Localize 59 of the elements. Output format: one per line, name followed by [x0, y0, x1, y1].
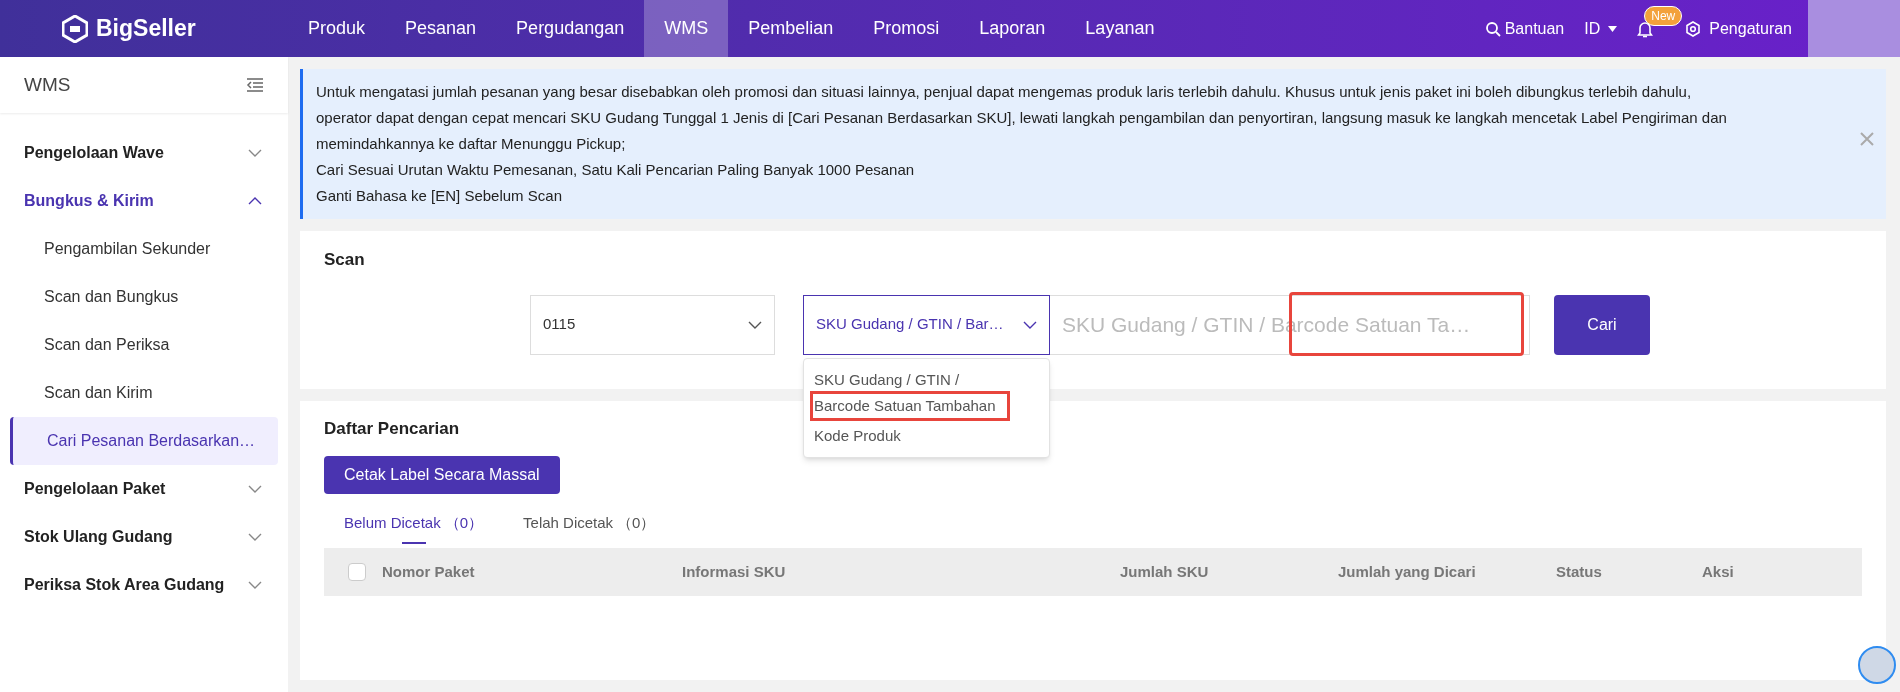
hexagon-logo-icon — [62, 14, 88, 43]
select-all-checkbox[interactable] — [348, 563, 366, 581]
chevron-down-icon — [248, 581, 262, 589]
sidebar-group[interactable]: Periksa Stok Area Gudang — [0, 561, 288, 609]
caret-down-icon — [1608, 25, 1618, 32]
sidebar-item[interactable]: Scan dan Bungkus — [10, 273, 278, 321]
search-button[interactable]: Cari — [1554, 294, 1650, 355]
nav-tab[interactable]: WMS — [644, 0, 729, 57]
bell-icon[interactable] — [1637, 19, 1654, 38]
search-icon — [1484, 20, 1501, 37]
nav-tab[interactable]: Pembelian — [728, 0, 854, 57]
chevron-down-icon — [1023, 320, 1037, 329]
sidebar-item[interactable]: Cari Pesanan Berdasarkan… — [10, 417, 278, 465]
column-header: Aksi — [1702, 561, 1735, 582]
nav-tab[interactable]: Promosi — [853, 0, 960, 57]
bulk-print-button[interactable]: Cetak Label Secara Massal — [324, 456, 560, 494]
nav-tab[interactable]: Pergudangan — [496, 0, 645, 57]
sidebar-item[interactable]: Scan dan Periksa — [10, 321, 278, 369]
sidebar-group[interactable]: Stok Ulang Gudang — [0, 513, 288, 561]
notice-text: Cari Sesuai Urutan Waktu Pemesanan, Satu Kali Pencarian Paling Banyak 1000 Pesanan — [316, 160, 916, 180]
notice-text: Ganti Bahasa ke [EN] Sebelum Scan — [316, 186, 563, 206]
dropdown-option[interactable]: Kode Produk — [804, 420, 1049, 451]
nav-tab[interactable]: Laporan — [959, 0, 1066, 57]
settings-icon — [1685, 20, 1702, 37]
warehouse-select[interactable]: 0115 — [530, 294, 775, 355]
new-badge: New — [1644, 5, 1683, 26]
chevron-down-icon — [248, 149, 262, 157]
dropdown-option[interactable]: SKU Gudang / GTIN / Barcode Satuan Tambahan — [804, 364, 1049, 421]
column-header: Status — [1556, 561, 1603, 582]
chevron-down-icon — [748, 320, 762, 329]
column-header: Nomor Paket — [382, 561, 476, 582]
sidebar-item[interactable]: Scan dan Kirim — [10, 369, 278, 417]
brand-logo-text: BigSeller — [96, 14, 196, 44]
sidebar-group[interactable]: Pengelolaan Paket — [0, 465, 288, 513]
chevron-up-icon — [248, 197, 262, 205]
collapse-menu-icon[interactable] — [246, 78, 264, 92]
sidebar-title: WMS — [24, 72, 71, 97]
status-tab[interactable]: Belum Dicetak （0） — [344, 508, 484, 548]
settings-link[interactable]: Pengaturan — [1685, 16, 1792, 41]
support-avatar-placeholder[interactable] — [1858, 646, 1896, 684]
column-header: Jumlah yang Dicari — [1338, 561, 1477, 582]
column-header: Jumlah SKU — [1120, 561, 1210, 582]
sidebar-group[interactable]: Pengelolaan Wave — [0, 129, 288, 177]
search-type-select[interactable]: SKU Gudang / GTIN / Bar… — [803, 294, 1050, 355]
sidebar-group[interactable]: Bungkus & Kirim — [0, 177, 288, 225]
chevron-down-icon — [248, 533, 262, 541]
help-link[interactable]: Bantuan — [1484, 16, 1565, 41]
chevron-down-icon — [248, 485, 262, 493]
language-select[interactable]: ID — [1584, 16, 1618, 41]
close-icon[interactable] — [1860, 132, 1874, 146]
section-title: Daftar Pencarian — [324, 417, 460, 440]
status-tab[interactable]: Telah Dicetak （0） — [523, 508, 656, 548]
sidebar-item[interactable]: Pengambilan Sekunder — [10, 225, 278, 273]
section-title: Scan — [324, 249, 365, 271]
notice-text: Untuk mengatasi jumlah pesanan yang besar disebabkan oleh promosi dan situasi lainnya, penjual dapat mengemas produk laris terlebih dahulu. Khusus untuk jenis paket ini boleh dibungkus terlebih dahulu, operator dapat dengan cepat mencari SKU Gudang Tunggal 1 Jenis di [Cari Pesanan Berdasarkan SKU], lewati langkah pengambilan dan penyortiran, langsung masuk ke langkah mencetak Label Pengiriman dan memindahkannya ke daftar Menunggu Pickup; — [316, 82, 1728, 154]
nav-tab[interactable]: Pesanan — [385, 0, 497, 57]
column-header: Informasi SKU — [682, 561, 787, 582]
nav-tab[interactable]: Layanan — [1065, 0, 1175, 57]
nav-tab[interactable]: Produk — [288, 0, 386, 57]
